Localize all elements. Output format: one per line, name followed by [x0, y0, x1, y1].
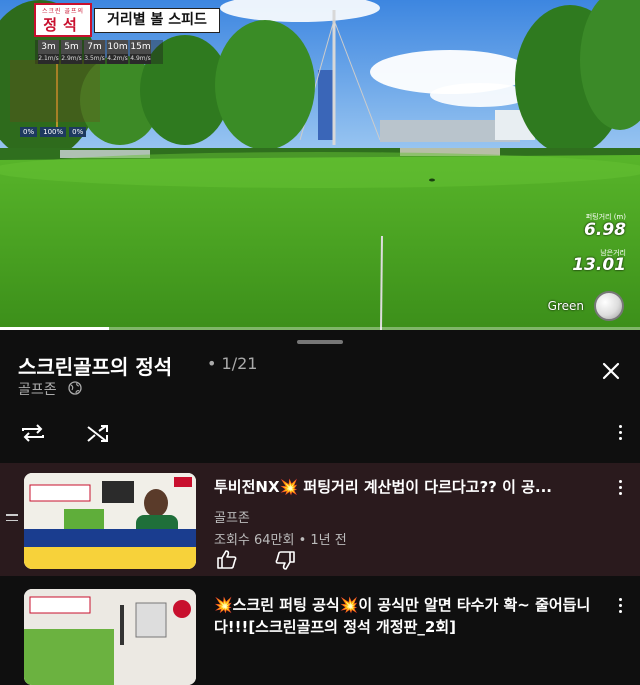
video-meta: 조회수 64만회 • 1년 전 [214, 533, 347, 548]
percent-left: 0% [20, 127, 38, 137]
overlay-title: 거리별 볼 스피드 [94, 8, 220, 33]
like-icon[interactable] [216, 549, 238, 569]
globe-icon [68, 381, 82, 395]
playlist-title: 스크린골프의 정석 [18, 355, 173, 379]
percent-mid: 100% [40, 127, 67, 137]
video-title[interactable]: 투비전NX💥 퍼팅거리 계산법이 다르다고?? 이 공... [214, 476, 614, 498]
drag-grabber[interactable] [297, 340, 343, 344]
list-item[interactable]: 💥스크린 퍼팅 공식💥이 공식만 알면 타수가 확~ 줄어듭니다!!![스크린골… [0, 579, 640, 685]
video-channel[interactable]: 골프존 [214, 507, 250, 526]
playlist-position: • 1/21 [207, 354, 258, 373]
thumbnail-art [24, 589, 196, 685]
putt-distance-value: 6.98 [584, 220, 626, 240]
dislike-icon[interactable] [274, 551, 296, 571]
surface-label: Green [547, 299, 584, 313]
percent-readout: 0% 100% 0% [20, 127, 87, 137]
distance-col: 7m 3.5m/s [84, 40, 105, 64]
playlist-channel[interactable]: 골프존 [18, 379, 57, 399]
repeat-icon[interactable] [20, 422, 46, 444]
distance-col: 15m 4.9m/s [130, 40, 151, 64]
more-vert-icon[interactable] [615, 480, 625, 495]
distance-col: 5m 2.9m/s [61, 40, 82, 64]
channel-badge: 스크린 골프의 정석 [34, 3, 92, 37]
distance-col: 3m 2.1m/s [38, 40, 59, 64]
remaining-distance-value: 13.01 [572, 255, 626, 275]
distance-speed-table: 3m 2.1m/s 5m 2.9m/s 7m 3.5m/s 10m 4.2m/s 15m… [38, 40, 151, 64]
close-icon[interactable] [600, 360, 622, 382]
more-vert-icon[interactable] [615, 425, 625, 440]
percent-right: 0% [69, 127, 87, 137]
badge-title: 정석 [43, 16, 83, 34]
drag-handle-icon[interactable] [6, 514, 18, 525]
distance-col: 10m 4.2m/s [107, 40, 128, 64]
thumbnail-art [24, 473, 196, 569]
video-thumbnail[interactable] [24, 473, 196, 569]
playlist-panel: 스크린골프의 정석 • 1/21 골프존 투비전NX💥 퍼팅거리 계산법이 다르… [0, 330, 640, 685]
video-player[interactable]: 스크린 골프의 정석 거리별 볼 스피드 3m 2.1m/s 5m 2.9m/s 7… [0, 0, 640, 330]
shuffle-icon[interactable] [86, 422, 112, 444]
list-item[interactable]: 투비전NX💥 퍼팅거리 계산법이 다르다고?? 이 공... 골프존 조회수 6… [0, 463, 640, 576]
video-title[interactable]: 💥스크린 퍼팅 공식💥이 공식만 알면 타수가 확~ 줄어듭니다!!![스크린골… [214, 594, 614, 638]
more-vert-icon[interactable] [615, 598, 625, 613]
video-thumbnail[interactable] [24, 589, 196, 685]
golf-ball-icon [594, 291, 624, 321]
